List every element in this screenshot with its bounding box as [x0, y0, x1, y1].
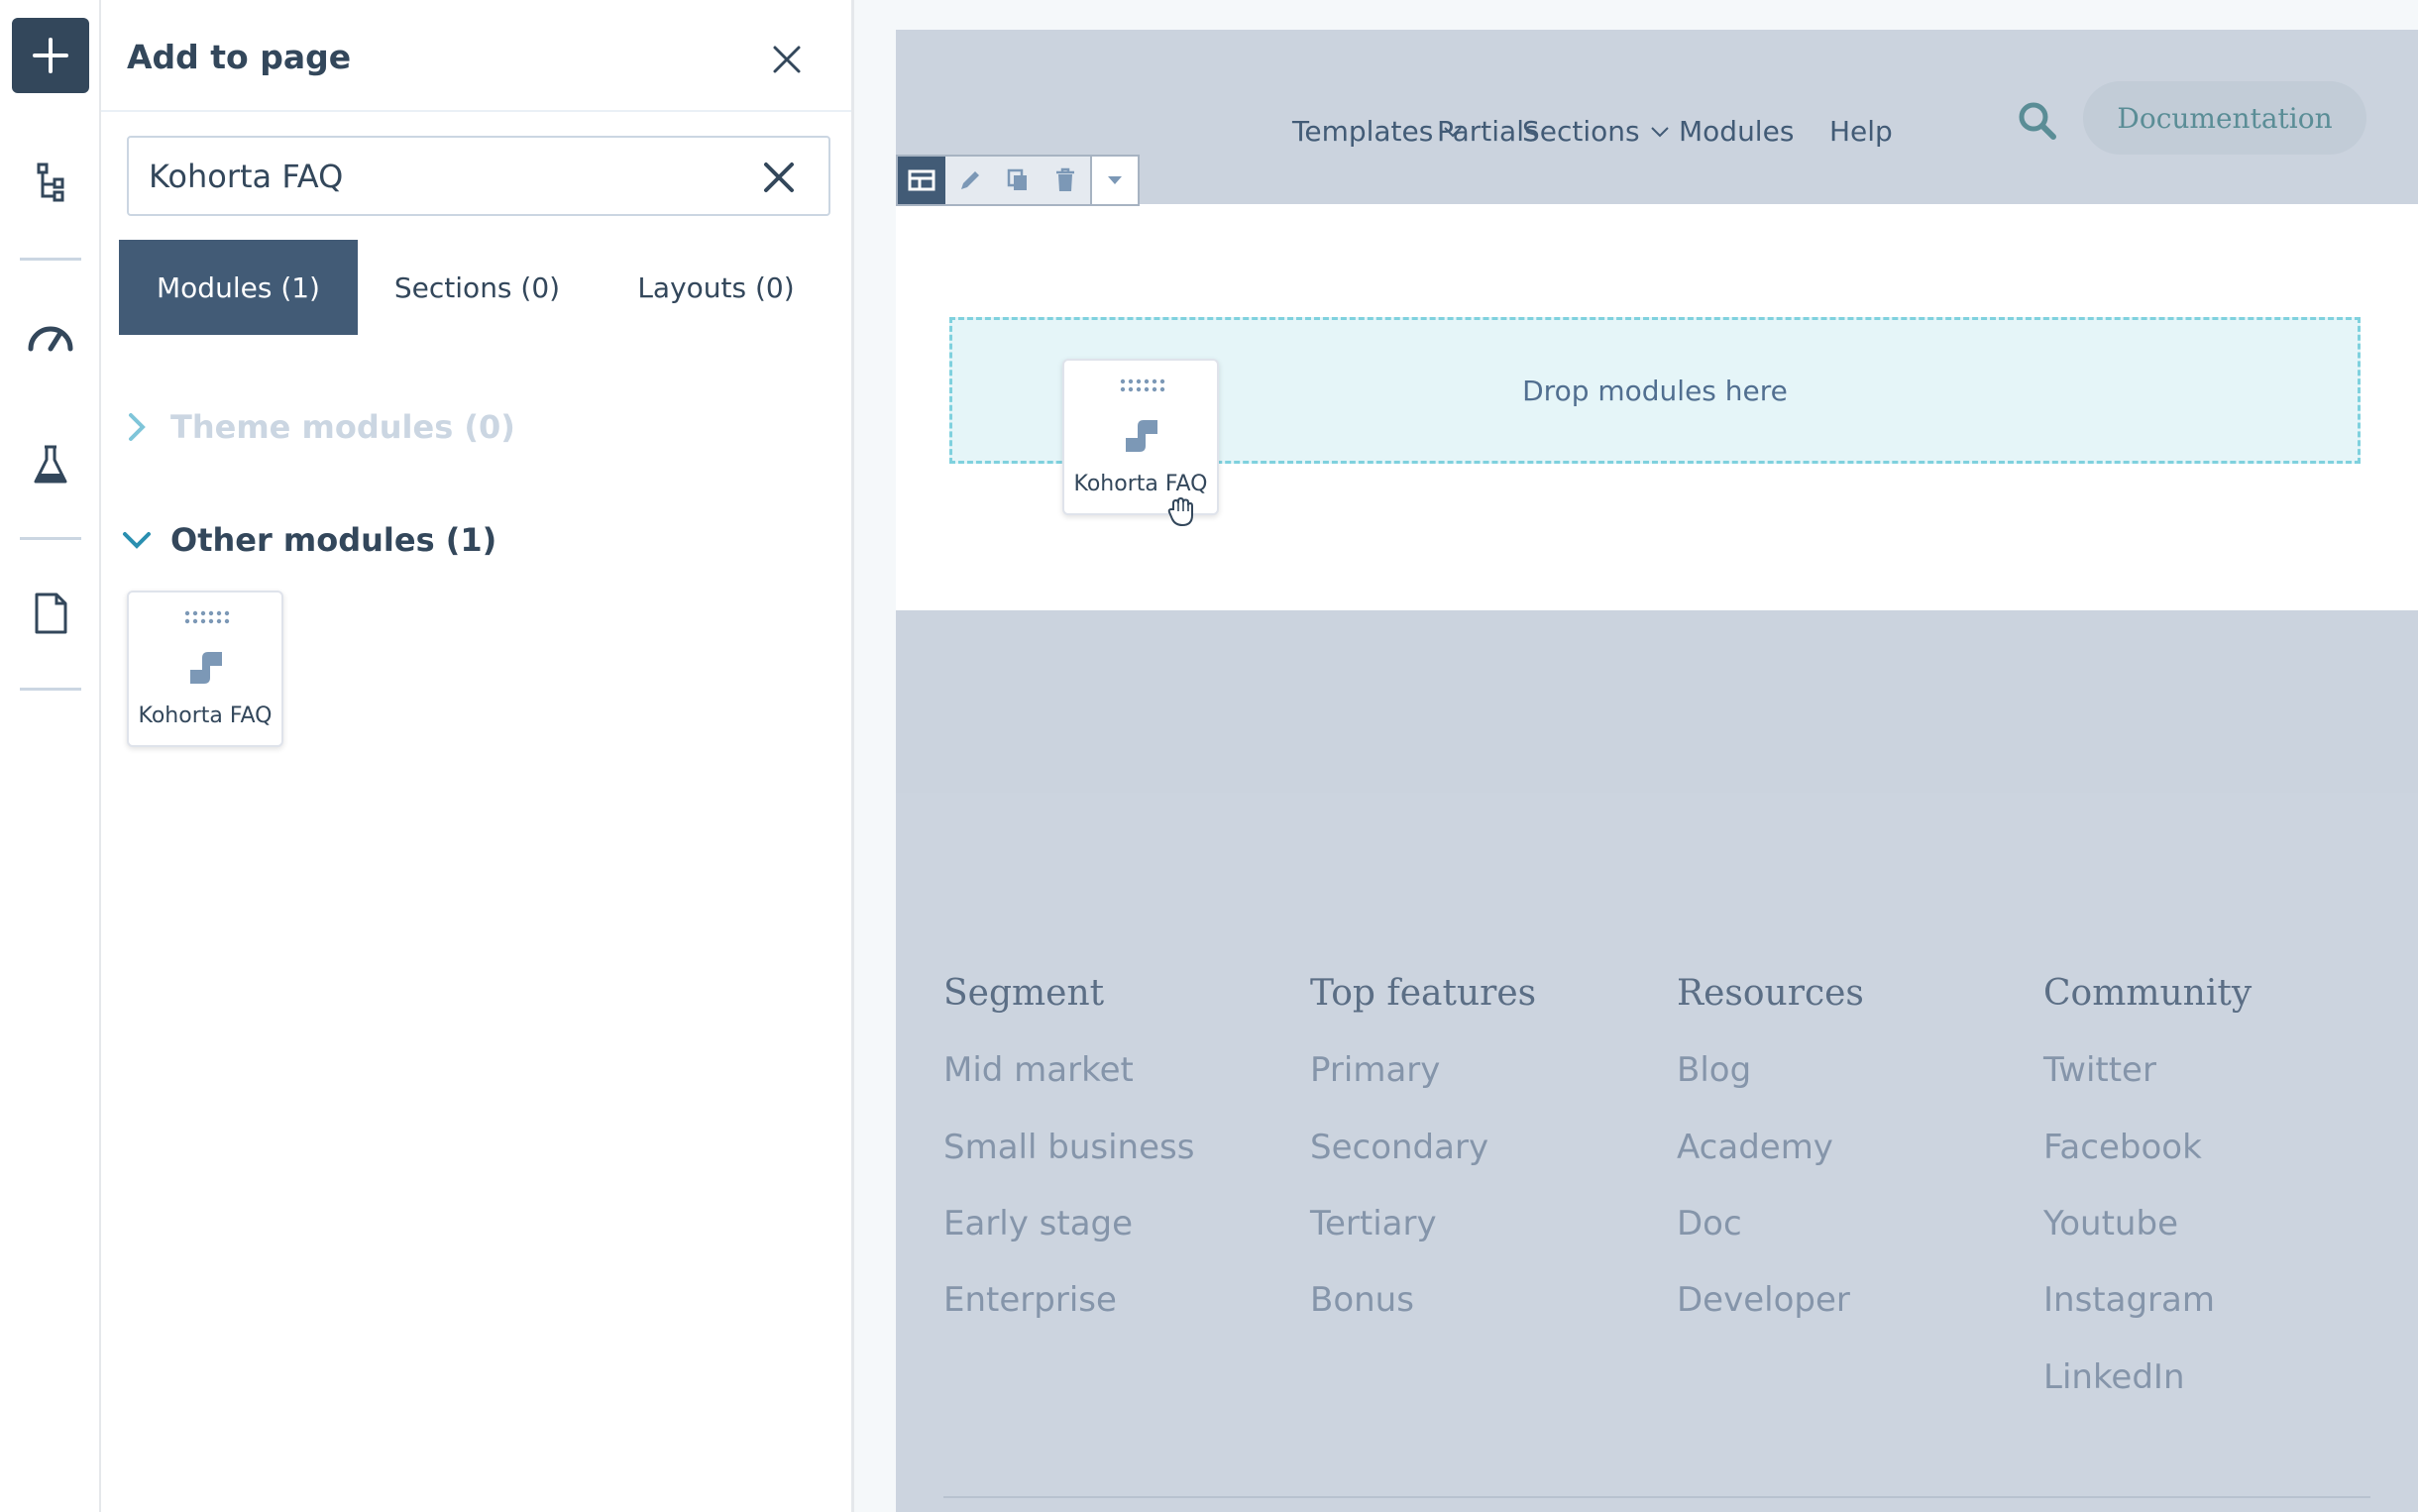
footer-divider — [943, 1496, 2370, 1498]
duplicate-button[interactable] — [994, 157, 1042, 204]
rail-divider — [20, 537, 81, 540]
group-label: Theme modules (0) — [170, 408, 515, 446]
close-icon — [764, 162, 794, 192]
grab-cursor-icon — [1167, 496, 1193, 527]
caret-down-icon — [1107, 176, 1122, 184]
footer-link[interactable]: Small business — [943, 1128, 1194, 1167]
add-button[interactable] — [12, 18, 89, 93]
panel-header: Add to page — [101, 0, 851, 112]
tree-structure-icon[interactable] — [22, 155, 79, 212]
clear-search-button[interactable] — [761, 160, 797, 195]
pencil-icon — [960, 171, 979, 189]
add-to-page-panel: Add to page Modules (1) Sections (0) Lay… — [101, 0, 854, 1512]
rail-divider — [20, 258, 81, 261]
layout-icon — [908, 169, 935, 191]
module-card-label: Kohorta FAQ — [1073, 472, 1208, 496]
footer-link[interactable]: Instagram — [2043, 1280, 2215, 1320]
section-toolbar — [896, 155, 1140, 206]
footer-link[interactable]: LinkedIn — [2043, 1357, 2185, 1397]
nav-item-modules[interactable]: Modules — [1679, 115, 1794, 148]
delete-button[interactable] — [1042, 157, 1089, 204]
footer-link[interactable]: Blog — [1677, 1050, 1751, 1090]
edit-button[interactable] — [945, 157, 993, 204]
footer-heading: Top features — [1310, 973, 1537, 1014]
footer-heading: Segment — [943, 973, 1105, 1014]
left-rail — [0, 0, 101, 1512]
documentation-button[interactable]: Documentation — [2083, 81, 2366, 155]
module-card-kohorta-faq[interactable]: Kohorta FAQ — [127, 591, 283, 747]
panel-title: Add to page — [127, 38, 352, 76]
nav-label: Sections — [1522, 115, 1640, 148]
layout-button[interactable] — [898, 157, 946, 204]
nav-item-help[interactable]: Help — [1829, 115, 1893, 148]
page-preview: Templates Partials Sections Modules Help — [896, 30, 2418, 1512]
drag-handle-icon — [1120, 378, 1165, 392]
footer-link[interactable]: Facebook — [2043, 1128, 2202, 1167]
footer-link[interactable]: Mid market — [943, 1050, 1134, 1090]
copy-icon — [1007, 168, 1027, 190]
module-puzzle-icon — [190, 652, 222, 684]
footer-link[interactable]: Academy — [1677, 1128, 1833, 1167]
footer-link[interactable]: Twitter — [2043, 1050, 2156, 1090]
plus-icon — [33, 38, 68, 73]
module-puzzle-icon — [1126, 420, 1157, 452]
footer-link[interactable]: Primary — [1310, 1050, 1440, 1090]
search-box — [127, 136, 830, 216]
nav-label: Templates — [1292, 115, 1434, 148]
footer-link[interactable]: Early stage — [943, 1204, 1133, 1243]
close-panel-button[interactable] — [767, 40, 807, 79]
more-options-button[interactable] — [1089, 157, 1139, 204]
nav-label: Modules — [1679, 115, 1795, 148]
search-icon — [2019, 102, 2056, 140]
footer-link[interactable]: Doc — [1677, 1204, 1742, 1243]
chevron-right-icon — [129, 413, 146, 441]
tab-sections[interactable]: Sections (0) — [358, 240, 597, 335]
nav-search-button[interactable] — [2014, 97, 2061, 145]
document-icon[interactable] — [22, 585, 79, 642]
speedometer-icon[interactable] — [22, 307, 79, 365]
chevron-down-icon — [123, 532, 151, 549]
theme-modules-group[interactable]: Theme modules (0) — [119, 408, 515, 446]
dragging-module-card[interactable]: Kohorta FAQ — [1062, 359, 1219, 515]
footer-link[interactable]: Enterprise — [943, 1280, 1117, 1320]
flask-icon[interactable] — [22, 436, 79, 493]
footer-heading: Community — [2043, 973, 2253, 1014]
search-input[interactable] — [149, 150, 743, 203]
trash-icon — [1056, 167, 1075, 191]
footer-link[interactable]: Youtube — [2043, 1204, 2178, 1243]
rail-divider — [20, 688, 81, 691]
other-modules-group[interactable]: Other modules (1) — [119, 521, 496, 559]
footer-link[interactable]: Bonus — [1310, 1280, 1414, 1320]
module-card-label: Kohorta FAQ — [138, 703, 273, 728]
site-footer: Segment Mid market Small business Early … — [896, 793, 2418, 1512]
tab-layouts[interactable]: Layouts (0) — [597, 240, 835, 335]
footer-link[interactable]: Developer — [1677, 1280, 1850, 1320]
tab-modules[interactable]: Modules (1) — [119, 240, 358, 335]
group-label: Other modules (1) — [170, 521, 497, 559]
footer-link[interactable]: Tertiary — [1310, 1204, 1437, 1243]
editor-canvas: Templates Partials Sections Modules Help — [854, 0, 2418, 1512]
module-type-tabs: Modules (1) Sections (0) Layouts (0) — [119, 240, 836, 335]
nav-item-sections[interactable]: Sections — [1522, 115, 1670, 148]
nav-label: Help — [1829, 115, 1893, 148]
close-icon — [773, 46, 801, 73]
drag-handle-icon — [184, 610, 230, 624]
footer-heading: Resources — [1677, 973, 1864, 1014]
chevron-down-icon — [1650, 126, 1669, 137]
footer-link[interactable]: Secondary — [1310, 1128, 1488, 1167]
